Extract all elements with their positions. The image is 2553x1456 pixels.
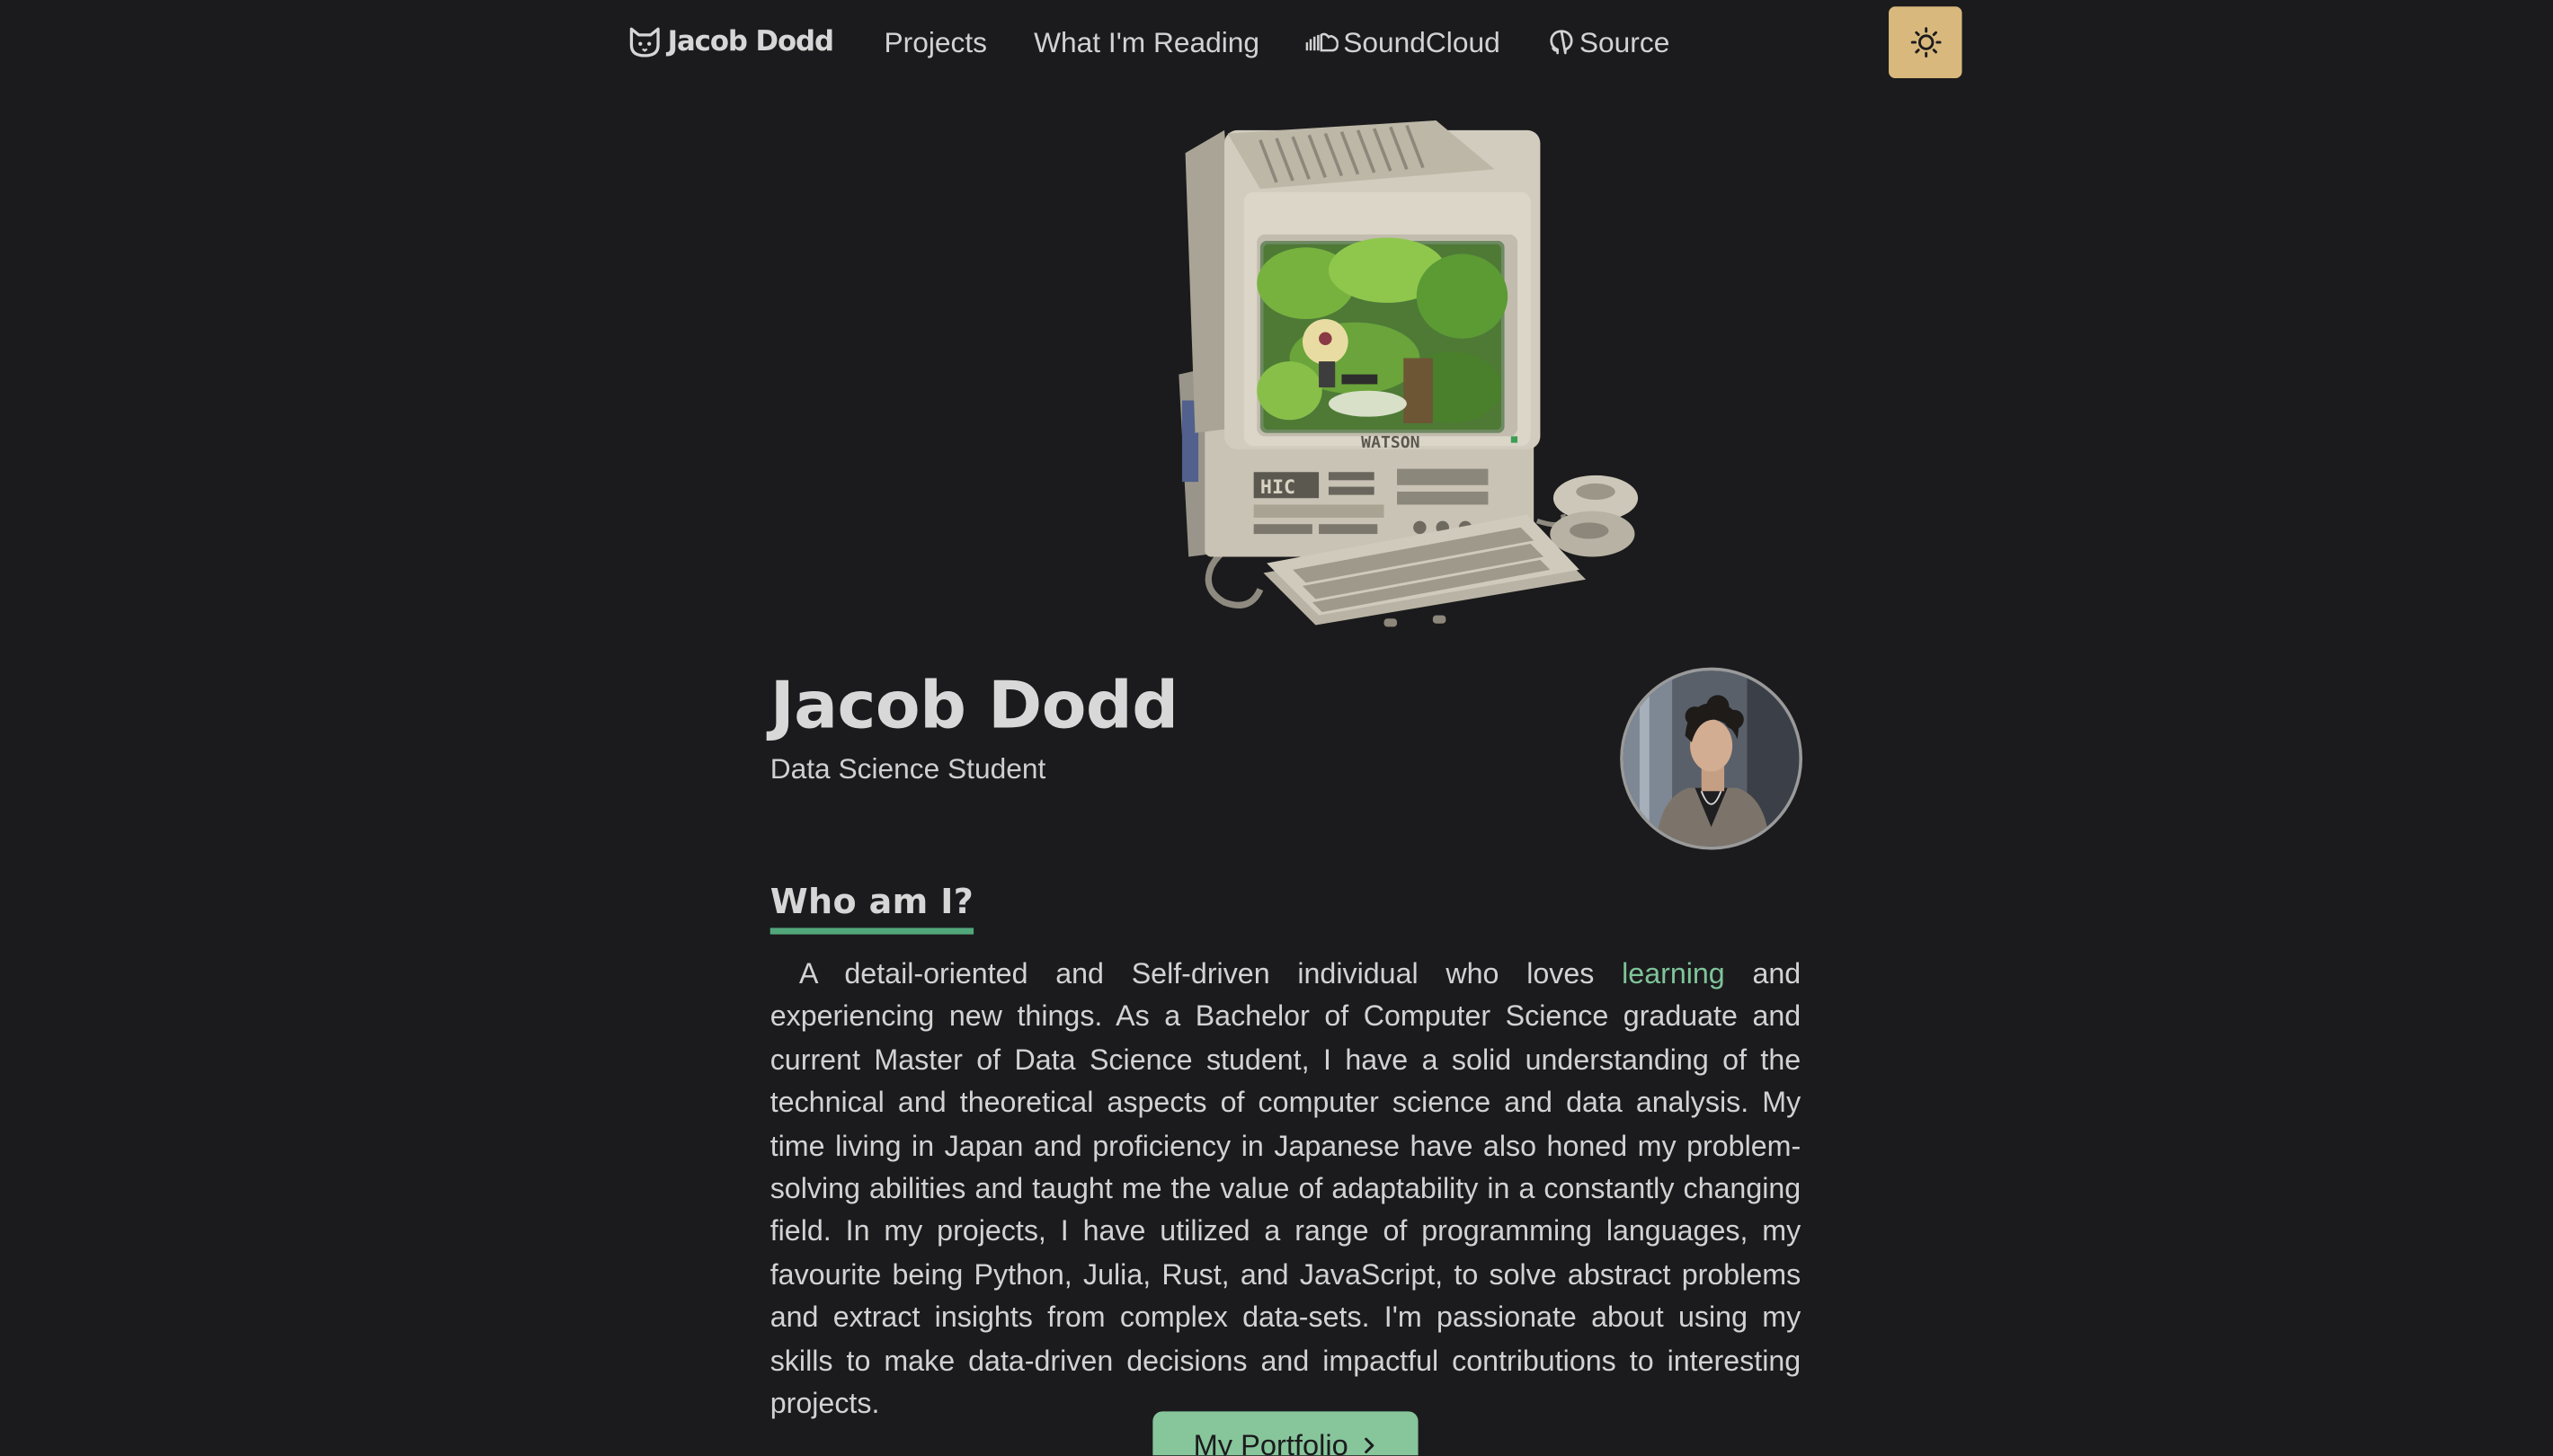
monitor-label: WATSON — [1361, 433, 1419, 452]
nav-link-label: SoundCloud — [1343, 25, 1500, 58]
cat-face-icon — [629, 27, 660, 58]
bio-paragraph: A detail-oriented and Self-driven indivi… — [770, 953, 1801, 1425]
portfolio-button[interactable]: My Portfolio — [1152, 1411, 1419, 1456]
brand-logo-link[interactable]: Jacob Dodd — [627, 6, 834, 78]
nav-link-projects[interactable]: Projects — [884, 6, 987, 78]
subtitle-role: Data Science Student — [769, 751, 1046, 786]
nav-link-label: Projects — [884, 25, 987, 58]
nav-link-source[interactable]: Source — [1548, 6, 1669, 78]
page: Jacob Dodd Projects What I'm Reading Sou… — [0, 0, 2553, 1456]
nav-link-reading[interactable]: What I'm Reading — [1034, 6, 1259, 78]
bio-text-rest: and experiencing new things. As a Bachel… — [769, 957, 1801, 1420]
brand-name: Jacob Dodd — [667, 25, 834, 59]
sun-icon — [1909, 27, 1941, 58]
retro-computer-illustration: HIC WATSON — [1160, 114, 1655, 632]
github-icon — [1550, 30, 1573, 55]
case-label: HIC — [1260, 476, 1295, 499]
avatar — [1620, 667, 1803, 850]
nav-link-label: Source — [1579, 25, 1670, 58]
nav-link-soundcloud[interactable]: SoundCloud — [1305, 6, 1500, 78]
theme-toggle-button[interactable] — [1889, 6, 1962, 78]
page-title: Jacob Dodd — [769, 669, 1179, 744]
bio-text-start: A detail-oriented and Self-driven indivi… — [798, 957, 1623, 990]
soundcloud-icon — [1305, 32, 1339, 52]
section-heading-about: Who am I? — [769, 879, 974, 935]
portfolio-button-label: My Portfolio — [1193, 1428, 1348, 1456]
chevron-right-icon — [1365, 1437, 1374, 1454]
profile-photo — [1623, 670, 1800, 847]
highlight-link-learning[interactable]: learning — [1622, 957, 1725, 990]
nav-link-label: What I'm Reading — [1034, 25, 1260, 58]
top-navbar: Jacob Dodd Projects What I'm Reading Sou… — [627, 6, 1962, 78]
